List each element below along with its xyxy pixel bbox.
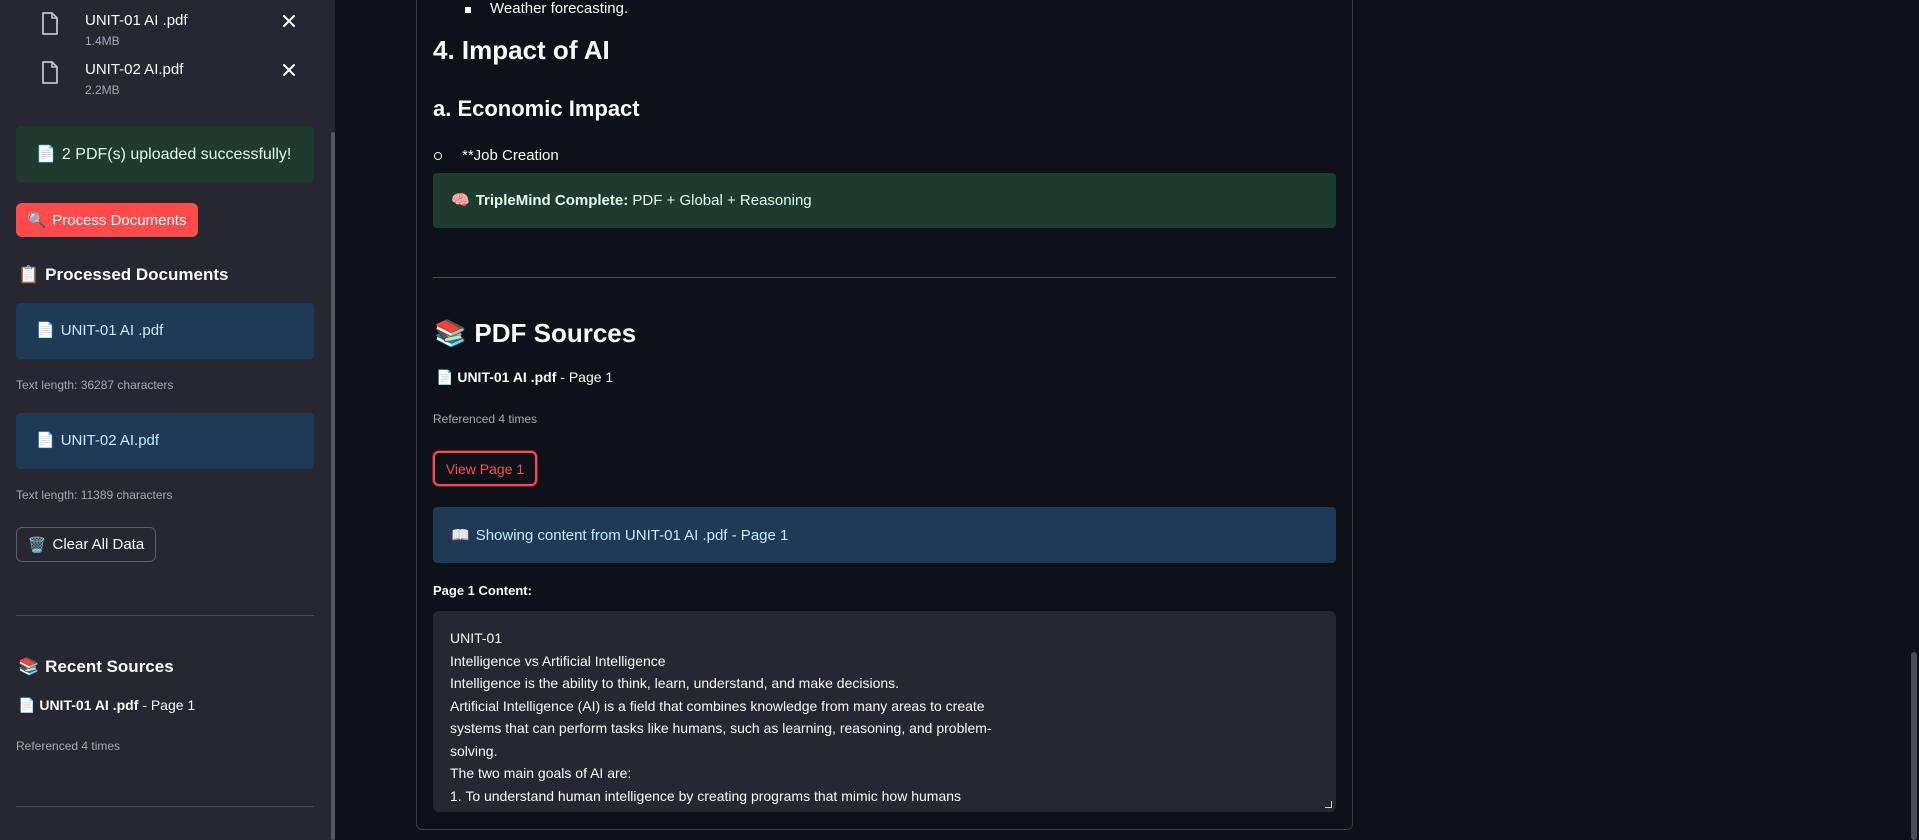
- processed-document-name: UNIT-01 AI .pdf: [60, 322, 164, 339]
- content-line: systems that can perform tasks like huma…: [450, 720, 992, 736]
- upload-success-text: 2 PDF(s) uploaded successfully!: [61, 146, 292, 163]
- page-scrollbar[interactable]: [1911, 652, 1917, 840]
- pdf-sources-heading: 📚 PDF Sources: [434, 318, 636, 349]
- text-length: Text length: 36287 characters: [16, 378, 174, 392]
- document-icon: 📄: [436, 369, 454, 385]
- sidebar: UNIT-01 AI .pdf 1.4MB UNIT-02 AI.pdf 2.2…: [0, 0, 335, 840]
- search-icon: 🔍: [27, 212, 47, 229]
- file-icon: [42, 12, 58, 35]
- close-icon[interactable]: [280, 61, 298, 79]
- processed-documents-heading: 📋 Processed Documents: [18, 265, 228, 285]
- job-creation-item: **Job Creation: [462, 147, 559, 164]
- file-size: 1.4MB: [85, 34, 120, 48]
- content-line: Intelligence vs Artificial Intelligence: [450, 652, 666, 669]
- books-icon: 📚: [434, 318, 467, 348]
- impact-heading: 4. Impact of AI: [433, 35, 610, 65]
- divider: [433, 277, 1336, 278]
- brain-icon: 🧠: [451, 192, 470, 209]
- pdf-source-references: Referenced 4 times: [433, 412, 538, 426]
- document-icon: 📄: [18, 697, 36, 713]
- processed-document-item: 📄 UNIT-02 AI.pdf: [16, 413, 314, 469]
- pdf-source-page: - Page 1: [556, 369, 614, 385]
- triplemind-text: PDF + Global + Reasoning: [628, 192, 812, 209]
- content-line: Artificial Intelligence (AI) is a field …: [450, 697, 985, 714]
- clear-all-data-button[interactable]: 🗑️ Clear All Data: [16, 527, 156, 562]
- triplemind-status-alert: 🧠 TripleMind Complete: PDF + Global + Rea…: [433, 173, 1336, 228]
- trash-icon: 🗑️: [27, 536, 47, 554]
- divider: [16, 615, 314, 616]
- square-bullet: [465, 7, 471, 13]
- content-line: 1. To understand human intelligence by c…: [450, 787, 962, 804]
- recent-sources-heading: 📚 Recent Sources: [18, 657, 174, 677]
- upload-success-alert: 📄 2 PDF(s) uploaded successfully!: [16, 126, 314, 182]
- file-size: 2.2MB: [85, 83, 120, 97]
- showing-content-text: Showing content from UNIT-01 AI .pdf - P…: [475, 527, 789, 544]
- triplemind-label: TripleMind Complete:: [475, 192, 629, 209]
- sidebar-scrollbar[interactable]: [331, 132, 335, 840]
- bullet-text: Weather forecasting.: [490, 0, 629, 17]
- process-documents-label: Process Documents: [52, 211, 187, 229]
- pdf-sources-title: PDF Sources: [474, 318, 637, 348]
- recent-source-page: - Page 1: [138, 697, 196, 713]
- pdf-source-doc: UNIT-01 AI .pdf: [457, 369, 557, 385]
- circle-bullet: [434, 152, 442, 160]
- close-icon[interactable]: [280, 12, 298, 30]
- page-content-label: Page 1 Content:: [433, 583, 532, 598]
- content-line: solving.: [450, 742, 498, 759]
- document-icon: 📄: [36, 146, 56, 163]
- view-page-button[interactable]: View Page 1: [433, 451, 537, 486]
- file-name: UNIT-02 AI.pdf: [85, 61, 184, 78]
- clipboard-icon: 📋: [18, 265, 40, 284]
- showing-content-alert: 📖 Showing content from UNIT-01 AI .pdf - …: [433, 507, 1336, 563]
- file-name: UNIT-01 AI .pdf: [85, 12, 188, 29]
- pdf-source-item: 📄 UNIT-01 AI .pdf - Page 1: [436, 369, 613, 386]
- file-icon: [42, 61, 58, 84]
- processed-document-item: 📄 UNIT-01 AI .pdf: [16, 303, 314, 359]
- recent-sources-title: Recent Sources: [45, 657, 174, 676]
- uploaded-file-row: UNIT-01 AI .pdf 1.4MB: [0, 12, 335, 56]
- clear-all-data-label: Clear All Data: [52, 536, 145, 553]
- recent-source-doc: UNIT-01 AI .pdf: [39, 697, 139, 713]
- processed-document-name: UNIT-02 AI.pdf: [60, 432, 160, 449]
- uploaded-file-row: UNIT-02 AI.pdf 2.2MB: [0, 61, 335, 105]
- open-book-icon: 📖: [451, 527, 470, 544]
- content-line: Intelligence is the ability to think, le…: [450, 675, 900, 691]
- document-icon: 📄: [36, 322, 55, 339]
- processed-documents-title: Processed Documents: [45, 265, 229, 284]
- document-icon: 📄: [36, 432, 55, 449]
- books-icon: 📚: [18, 657, 40, 676]
- content-line: UNIT-01: [450, 630, 503, 646]
- recent-source-item: 📄 UNIT-01 AI .pdf - Page 1: [18, 697, 195, 714]
- process-documents-button[interactable]: 🔍 Process Documents: [16, 203, 198, 237]
- resize-handle-icon[interactable]: [1325, 801, 1332, 808]
- recent-source-references: Referenced 4 times: [16, 739, 121, 753]
- text-length: Text length: 11389 characters: [16, 488, 173, 502]
- divider: [16, 806, 314, 807]
- content-line: The two main goals of AI are:: [450, 765, 632, 781]
- page-content-textarea[interactable]: UNIT-01 Intelligence vs Artificial Intel…: [433, 611, 1336, 812]
- economic-impact-heading: a. Economic Impact: [433, 96, 640, 121]
